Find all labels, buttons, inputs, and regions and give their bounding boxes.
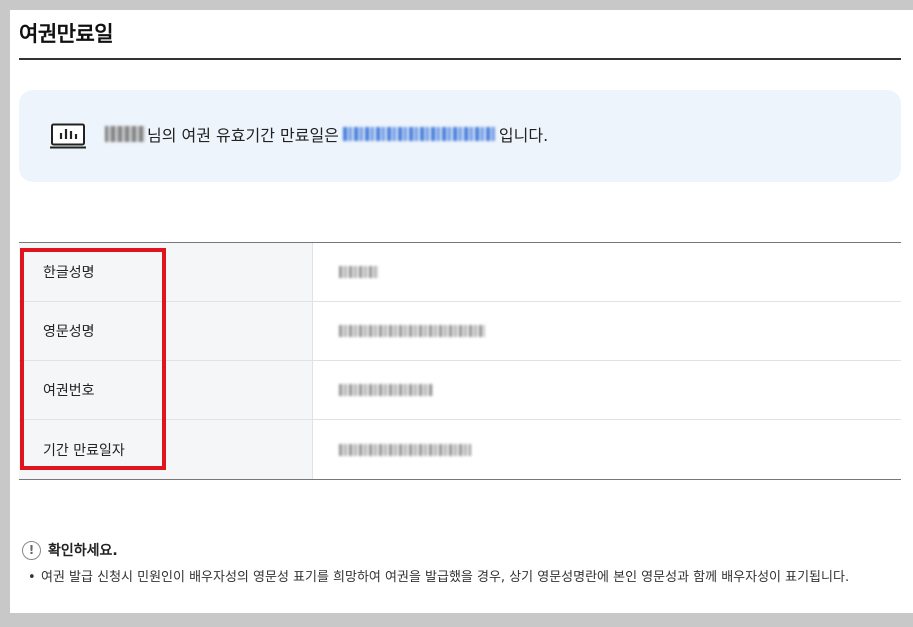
notice-suffix: 입니다. xyxy=(498,126,549,145)
redacted-value xyxy=(339,266,379,278)
check-notice-heading: ! 확인하세요. xyxy=(22,540,118,560)
notice-name-suffix: 님의 여권 유효기간 만료일은 xyxy=(147,126,339,145)
title-divider xyxy=(19,58,901,60)
row-value-english-name xyxy=(313,302,901,360)
row-value-passport-number xyxy=(313,361,901,419)
expiry-notice-box: 님의 여권 유효기간 만료일은 입니다. xyxy=(19,90,901,182)
row-value-expiry-date xyxy=(313,420,901,479)
row-value-korean-name xyxy=(313,243,901,301)
redacted-value xyxy=(339,443,471,456)
expiry-notice-text: 님의 여권 유효기간 만료일은 입니다. xyxy=(105,122,548,146)
redacted-value xyxy=(339,384,433,396)
page-title: 여권만료일 xyxy=(19,22,114,46)
check-note: 여권 발급 신청시 민원인이 배우자성의 영문성 표기를 희망하여 여권을 발급… xyxy=(28,567,898,588)
content-panel: 여권만료일 님의 여권 유효기간 만료일은 입니다. 한글성명 영문성명 여권번… xyxy=(10,10,913,613)
redacted-value xyxy=(339,325,485,337)
exclamation-circle-icon: ! xyxy=(22,540,41,560)
redacted-name xyxy=(105,126,145,142)
check-title: 확인하세요. xyxy=(48,543,118,559)
redacted-expiry-date xyxy=(342,127,495,141)
report-chart-icon xyxy=(50,123,86,149)
highlight-box xyxy=(20,248,166,470)
